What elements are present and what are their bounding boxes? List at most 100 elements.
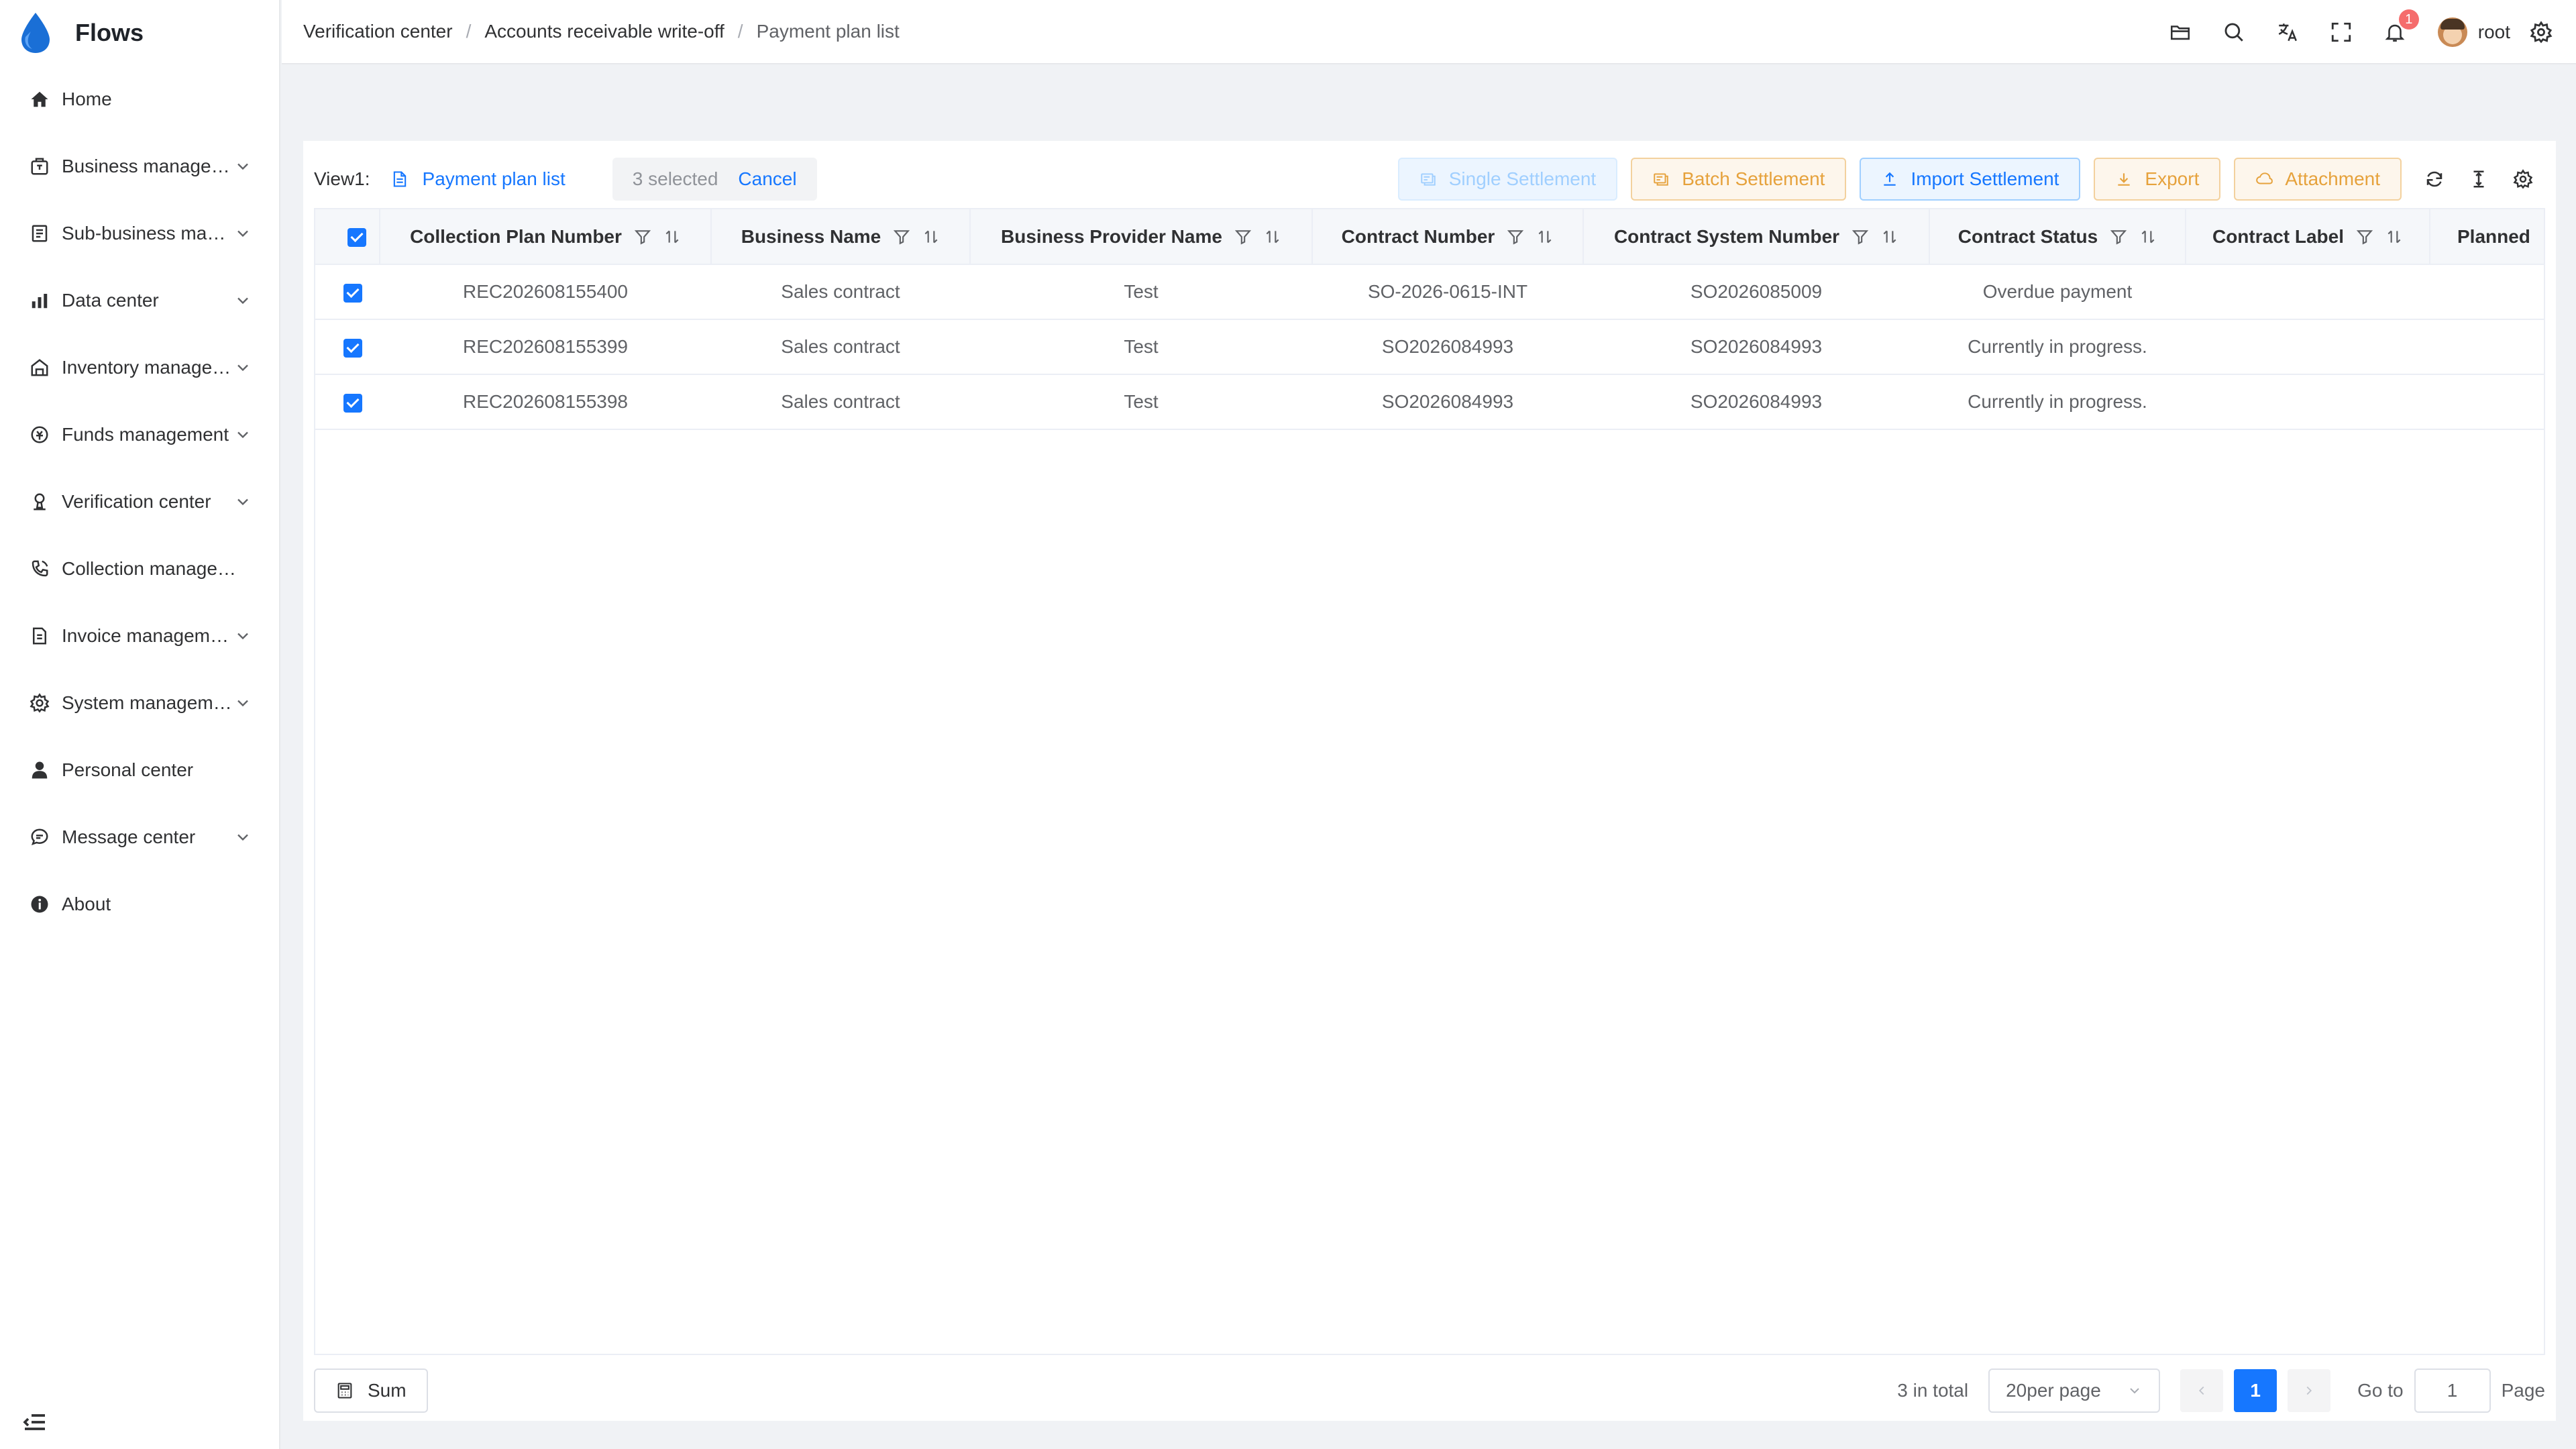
sort-icon[interactable] xyxy=(1536,228,1554,246)
single-settlement-button[interactable]: Single Settlement xyxy=(1397,158,1618,201)
import-settlement-button[interactable]: Import Settlement xyxy=(1860,158,2081,201)
cancel-selection-link[interactable]: Cancel xyxy=(738,168,796,190)
menu-fold-icon xyxy=(23,1414,45,1430)
calculator-icon xyxy=(337,1383,352,1399)
chevron-down-icon xyxy=(233,492,252,511)
sidebar-item-message-center[interactable]: Message center xyxy=(0,804,279,871)
notification-badge: 1 xyxy=(2398,9,2419,30)
sort-icon[interactable] xyxy=(2139,228,2157,246)
row-checkbox[interactable] xyxy=(343,283,362,303)
table-body: REC202608155400 Sales contract Test SO-2… xyxy=(315,264,2544,430)
sidebar-item-home[interactable]: Home xyxy=(0,66,279,133)
next-page-button[interactable] xyxy=(2288,1369,2331,1412)
breadcrumb-item[interactable]: Verification center xyxy=(303,21,453,42)
sidebar-item-label: Collection management xyxy=(62,558,243,579)
column-header[interactable]: Business Provider Name xyxy=(970,209,1313,265)
user-menu[interactable]: root xyxy=(2437,17,2510,47)
total-count: 3 in total xyxy=(1897,1380,1969,1401)
notification-button[interactable]: 1 xyxy=(2368,0,2422,64)
view-name: Payment plan list xyxy=(422,168,566,189)
folder-icon xyxy=(2170,25,2190,40)
sidebar-item-label: Data center xyxy=(62,290,159,311)
breadcrumb-separator: / xyxy=(737,21,743,42)
sidebar-item-business-management[interactable]: Business management xyxy=(0,133,279,200)
search-icon xyxy=(2224,23,2243,42)
sidebar-item-label: Message center xyxy=(62,826,196,847)
table-settings-button[interactable] xyxy=(2501,158,2545,201)
pagination: 3 in total 20per page 1 Go to 1 Page xyxy=(1897,1368,2545,1413)
sidebar-item-funds-management[interactable]: Funds management xyxy=(0,401,279,468)
filter-icon[interactable] xyxy=(1234,228,1252,246)
cell-business-provider-name: Test xyxy=(970,319,1312,375)
invoice-icon xyxy=(28,625,51,647)
sort-icon[interactable] xyxy=(2385,228,2403,246)
filter-icon[interactable] xyxy=(2356,228,2373,246)
sidebar-item-label: Business management xyxy=(62,156,233,176)
sidebar-item-inventory-management[interactable]: Inventory management xyxy=(0,334,279,401)
attachment-button[interactable]: Attachment xyxy=(2234,158,2402,201)
filter-icon[interactable] xyxy=(1507,228,1524,246)
refresh-button[interactable] xyxy=(2412,158,2457,201)
column-header[interactable]: Business Name xyxy=(711,209,971,265)
sum-button[interactable]: Sum xyxy=(314,1368,428,1413)
sidebar-item-label: Inventory management xyxy=(62,357,233,378)
table-row[interactable]: REC202608155400 Sales contract Test SO-2… xyxy=(315,264,2544,320)
column-header[interactable]: Planned xyxy=(2430,209,2544,265)
sidebar-item-verification-center[interactable]: Verification center xyxy=(0,468,279,535)
fullscreen-button[interactable] xyxy=(2314,0,2368,64)
column-header[interactable]: Contract Number xyxy=(1312,209,1584,265)
row-checkbox[interactable] xyxy=(343,393,362,413)
page-size-select[interactable]: 20per page xyxy=(1988,1368,2161,1413)
main-card: View1: Payment plan list 3 selected Canc… xyxy=(303,141,2556,1421)
filter-icon[interactable] xyxy=(893,228,910,246)
gear-icon xyxy=(2530,21,2553,44)
sidebar-item-sub-business-management[interactable]: Sub-business management xyxy=(0,200,279,267)
prev-page-button[interactable] xyxy=(2180,1369,2224,1412)
sidebar-item-label: System management xyxy=(62,692,233,713)
column-header[interactable]: Contract Label xyxy=(2186,209,2430,265)
table-row[interactable]: REC202608155398 Sales contract Test SO20… xyxy=(315,374,2544,430)
row-checkbox[interactable] xyxy=(343,338,362,358)
upload-icon xyxy=(1884,172,1896,186)
collapse-sidebar-button[interactable] xyxy=(21,1409,48,1436)
column-header[interactable]: Contract System Number xyxy=(1583,209,1930,265)
page-word: Page xyxy=(2501,1380,2545,1401)
search-button[interactable] xyxy=(2207,0,2261,64)
sort-icon[interactable] xyxy=(1881,228,1898,246)
data-table: Collection Plan Number Business Name Bus… xyxy=(314,208,2545,1355)
sidebar-item-data-center[interactable]: Data center xyxy=(0,267,279,334)
select-all-checkbox[interactable] xyxy=(315,209,380,265)
sidebar-item-label: Invoice management xyxy=(62,625,233,646)
table-row[interactable]: REC202608155399 Sales contract Test SO20… xyxy=(315,319,2544,375)
sidebar-item-about[interactable]: About xyxy=(0,871,279,938)
batch-settlement-button[interactable]: Batch Settlement xyxy=(1631,158,1847,201)
cell-business-provider-name: Test xyxy=(970,264,1312,320)
header-actions: 1 root xyxy=(2153,0,2560,64)
column-header[interactable]: Collection Plan Number xyxy=(380,209,712,265)
breadcrumb-item[interactable]: Accounts receivable write-off xyxy=(484,21,724,42)
filter-icon[interactable] xyxy=(634,228,651,246)
document-list-icon xyxy=(28,222,51,245)
row-density-button[interactable] xyxy=(2457,158,2501,201)
filter-icon[interactable] xyxy=(2110,228,2127,246)
cell-planned xyxy=(2430,264,2544,320)
chevron-down-icon xyxy=(233,425,252,444)
sidebar-item-system-management[interactable]: System management xyxy=(0,669,279,737)
filter-icon[interactable] xyxy=(1851,228,1869,246)
export-button[interactable]: Export xyxy=(2094,158,2221,201)
folder-button[interactable] xyxy=(2153,0,2207,64)
settings-button[interactable] xyxy=(2522,0,2560,64)
sidebar-item-collection-management[interactable]: Collection management xyxy=(0,535,279,602)
sort-icon[interactable] xyxy=(663,228,681,246)
translate-button[interactable] xyxy=(2261,0,2314,64)
page-number-button[interactable]: 1 xyxy=(2234,1369,2277,1412)
column-header[interactable]: Contract Status xyxy=(1929,209,2186,265)
logo[interactable]: Flows xyxy=(0,0,279,66)
sort-icon[interactable] xyxy=(1264,228,1281,246)
sort-icon[interactable] xyxy=(922,228,940,246)
checkbox-checked[interactable] xyxy=(347,228,366,248)
sidebar-item-invoice-management[interactable]: Invoice management xyxy=(0,602,279,669)
view-selector[interactable]: Payment plan list xyxy=(390,168,566,190)
goto-page-input[interactable]: 1 xyxy=(2414,1368,2491,1413)
sidebar-item-personal-center[interactable]: Personal center xyxy=(0,737,279,804)
